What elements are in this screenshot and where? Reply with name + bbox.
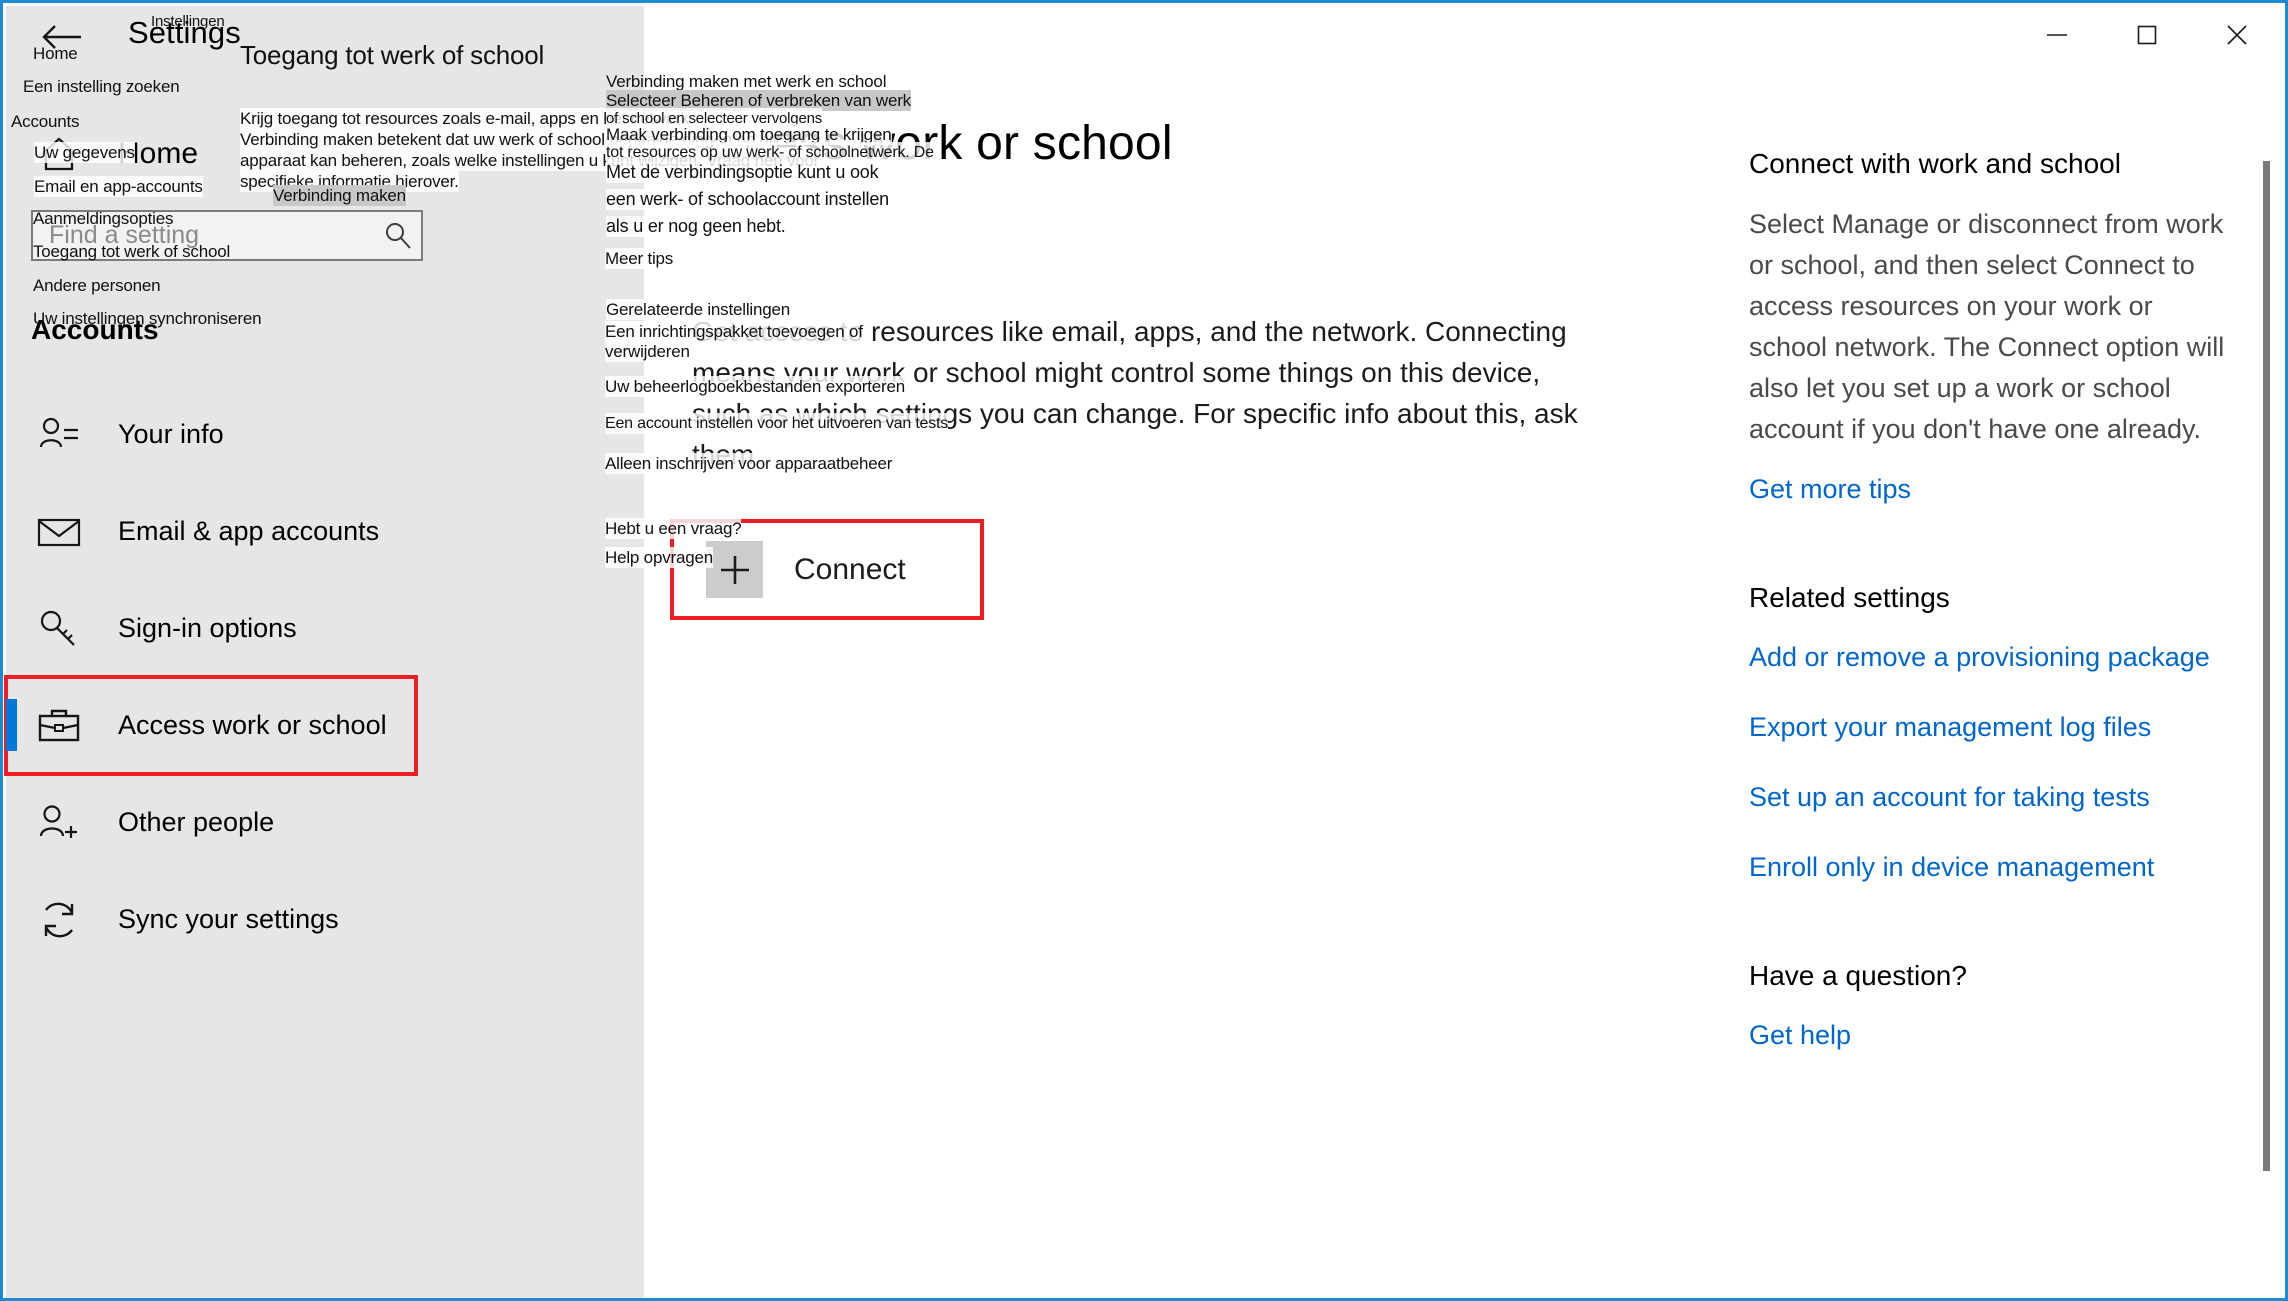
back-arrow-icon <box>42 24 82 50</box>
rail-spacer <box>1749 686 2229 708</box>
connect-button[interactable]: Connect <box>670 519 984 620</box>
minimize-button[interactable] <box>2012 6 2102 68</box>
rail-spacer <box>1749 896 2229 958</box>
user-info-icon <box>31 411 87 459</box>
vertical-scrollbar[interactable] <box>2263 161 2270 1171</box>
sidebar-item-your-info[interactable]: Your info <box>6 386 644 483</box>
get-more-tips-link[interactable]: Get more tips <box>1749 470 2229 508</box>
sidebar-item-sync-your-settings[interactable]: Sync your settings <box>6 871 644 968</box>
app-title: Settings <box>128 15 241 50</box>
close-icon <box>2226 24 2248 51</box>
envelope-icon <box>31 508 87 556</box>
briefcase-icon <box>31 702 87 750</box>
sidebar-item-label: Sync your settings <box>118 904 339 934</box>
nav-list: Your info Email & app accounts Sign-in o… <box>4 386 644 968</box>
maximize-button[interactable] <box>2102 6 2192 68</box>
sidebar-home-label: Home <box>118 137 199 170</box>
related-link-enroll-device-management[interactable]: Enroll only in device management <box>1749 848 2229 886</box>
sidebar-item-email-app-accounts[interactable]: Email & app accounts <box>6 483 644 580</box>
sidebar-item-access-work-or-school[interactable]: Access work or school <box>4 675 418 776</box>
sidebar-item-label: Your info <box>118 419 224 449</box>
selection-indicator <box>6 699 17 751</box>
tips-body: Select Manage or disconnect from work or… <box>1749 209 2225 444</box>
plus-icon <box>706 541 763 598</box>
rail-spacer <box>1749 826 2229 848</box>
related-link-account-taking-tests[interactable]: Set up an account for taking tests <box>1749 778 2229 816</box>
tips-heading: Connect with work and school <box>1749 148 2121 179</box>
sidebar-item-label: Email & app accounts <box>118 516 380 546</box>
info-rail: Connect with work and school Select Mana… <box>1749 146 2229 1064</box>
sidebar-item-home[interactable]: Home <box>31 126 631 182</box>
sidebar-item-label: Sign-in options <box>118 613 297 643</box>
have-a-question-heading: Have a question? <box>1749 960 1967 991</box>
maximize-icon <box>2137 25 2157 50</box>
rail-spacer <box>1749 518 2229 580</box>
related-link-provisioning-package[interactable]: Add or remove a provisioning package <box>1749 638 2229 676</box>
sync-icon <box>31 896 87 944</box>
window-caption-buttons <box>2012 6 2282 68</box>
page-title: Access work or school <box>691 117 1173 170</box>
content-pane: Access work or school Get access to reso… <box>644 6 2282 1295</box>
add-person-icon <box>31 799 87 847</box>
search-input[interactable] <box>33 212 371 259</box>
related-link-export-log-files[interactable]: Export your management log files <box>1749 708 2229 746</box>
rail-spacer <box>1749 756 2229 778</box>
page-description: Get access to resources like email, apps… <box>692 316 1578 470</box>
sidebar-item-sign-in-options[interactable]: Sign-in options <box>6 580 644 677</box>
nav-section-title: Accounts <box>31 314 159 345</box>
sidebar-item-label: Other people <box>118 807 275 837</box>
navigation-pane: Settings Home Accounts <box>4 6 644 1298</box>
search-icon[interactable] <box>371 212 425 259</box>
sidebar-item-label: Access work or school <box>118 710 387 740</box>
settings-window: Settings Home Accounts <box>0 0 2288 1301</box>
window-titlebar-left: Settings <box>6 6 644 68</box>
minimize-icon <box>2046 28 2068 46</box>
home-icon <box>31 131 87 177</box>
get-help-link[interactable]: Get help <box>1749 1016 2229 1054</box>
key-icon <box>31 605 87 653</box>
search-box[interactable] <box>31 210 423 261</box>
back-button[interactable] <box>31 14 93 60</box>
sidebar-item-other-people[interactable]: Other people <box>6 774 644 871</box>
connect-label: Connect <box>794 552 906 586</box>
related-settings-heading: Related settings <box>1749 582 1950 613</box>
close-button[interactable] <box>2192 6 2282 68</box>
